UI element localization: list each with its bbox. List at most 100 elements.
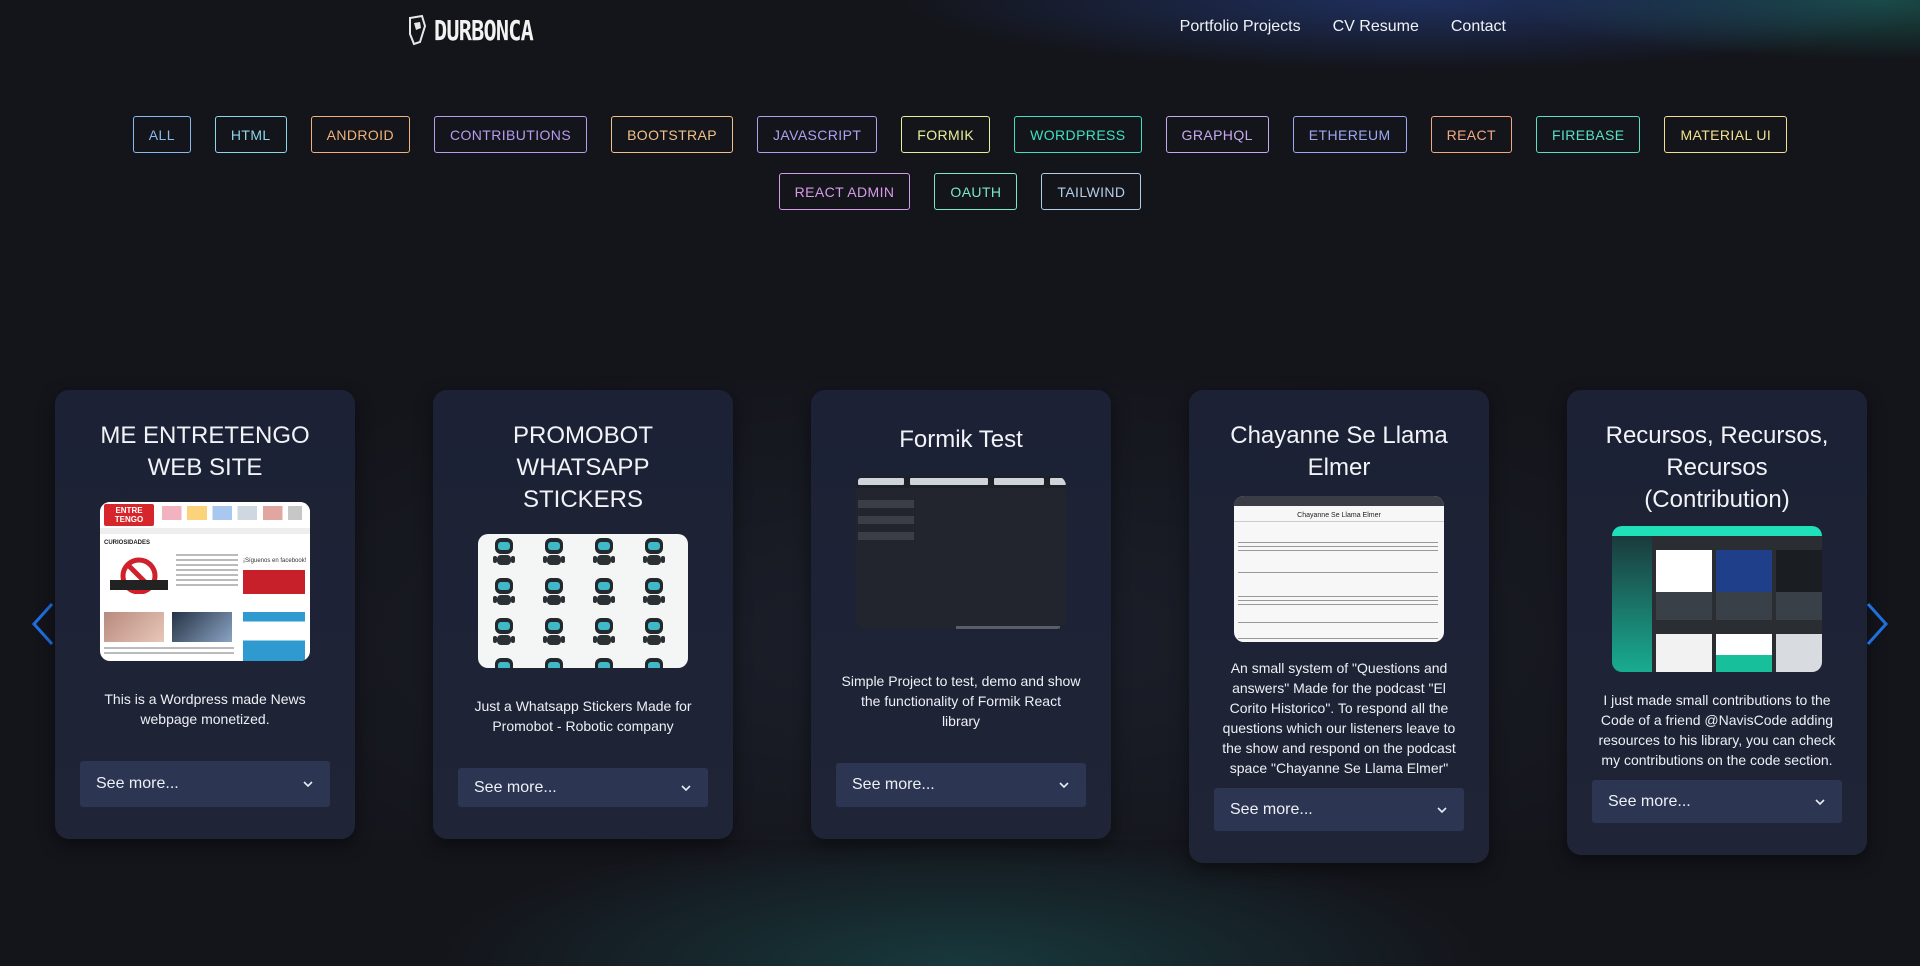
filter-chip-all[interactable]: ALL [132,116,191,153]
card-description: I just made small contributions to the C… [1598,692,1836,769]
chevron-down-icon [303,781,313,788]
robot-sticker-icon [545,658,563,669]
filter-chip-material-ui[interactable]: MATERIAL UI [1664,116,1788,153]
card-title: ME ENTRETENGO WEB SITE [100,422,310,481]
thumb-panel-1 [1656,550,1712,620]
filter-chip-tailwind[interactable]: TAILWIND [1041,173,1142,210]
see-more-label: See more... [96,774,179,792]
filter-chip-javascript[interactable]: JAVASCRIPT [757,116,878,153]
thumb-heading: Chayanne Se Llama Elmer [1234,510,1444,522]
thumb-text-5 [1238,638,1438,643]
card-thumbnail[interactable] [478,534,688,669]
thumb-panel-5 [1716,634,1772,673]
thumb-teal-side [1612,536,1652,673]
see-more-button[interactable]: See more... [1592,780,1842,823]
thumb-footer-lines [104,647,234,657]
card-title: Formik Test [899,426,1023,453]
see-more-label: See more... [474,778,557,796]
thumb-panel-6 [1776,634,1822,673]
card-description: An small system of "Questions and answer… [1222,660,1456,777]
thumb-topbar [1234,496,1444,506]
robot-sticker-icon [543,618,565,645]
site-logo[interactable]: DURBONCA [406,12,561,48]
thumb-top-icons [162,506,302,520]
filter-chip-contributions[interactable]: CONTRIBUTIONS [433,116,588,153]
see-more-label: See more... [1608,792,1691,810]
thumb-field-2 [858,516,914,524]
filter-chip-graphql[interactable]: GRAPHQL [1165,116,1269,153]
carousel-next-arrow-icon[interactable] [1862,600,1892,648]
project-card-me-entretengo: ME ENTRETENGO WEB SITE ENTRE TENGO CURIO… [55,390,355,839]
thumb-section-title: CURIOSIDADES [104,540,151,546]
filter-chip-oauth[interactable]: OAUTH [934,173,1018,210]
filter-chip-android[interactable]: ANDROID [310,116,410,153]
robot-sticker-icon [593,538,615,565]
card-title: Recursos, Recursos, Recursos (Contributi… [1605,422,1829,513]
chevron-down-icon [1059,782,1069,788]
thumb-tab-2 [910,478,988,485]
project-card-recursos: Recursos, Recursos, Recursos (Contributi… [1567,390,1867,855]
filter-chip-bootstrap[interactable]: BOOTSTRAP [611,116,734,153]
robot-sticker-icon [593,578,615,605]
thumb-tab-1 [858,478,904,485]
thumb-text-2 [1238,572,1438,576]
robot-sticker-icon [543,578,565,605]
card-title: PROMOBOT WHATSAPP STICKERS [512,422,653,513]
thumb-field-1 [858,500,914,508]
filter-chip-formik[interactable]: FORMIK [901,116,991,153]
card-thumbnail[interactable]: Chayanne Se Llama Elmer [1234,496,1444,643]
robot-sticker-icon [643,618,665,645]
main-nav: Portfolio Projects CV Resume Contact [1180,18,1506,36]
filter-chip-react-admin[interactable]: REACT ADMIN [778,173,911,210]
thumb-panel-4 [1656,634,1712,673]
filter-chip-html[interactable]: HTML [214,116,287,153]
card-thumbnail[interactable]: ENTRE TENGO CURIOSIDADES ¡Síguenos en fa… [100,502,310,661]
thumb-no-sign [104,554,174,595]
logo-text: DURBONCA [434,13,534,47]
robot-sticker-icon [493,538,515,565]
filter-chip-firebase[interactable]: FIREBASE [1536,116,1641,153]
thumb-side-banner [243,570,305,594]
projects-carousel: ME ENTRETENGO WEB SITE ENTRE TENGO CURIO… [0,390,1920,870]
project-card-chayanne: Chayanne Se Llama Elmer Chayanne Se Llam… [1189,390,1489,863]
thumb-side-title: ¡Síguenos en facebook! [243,558,307,564]
see-more-button[interactable]: See more... [836,762,1086,807]
filter-chip-ethereum[interactable]: ETHEREUM [1292,116,1407,153]
chevron-down-icon [1815,798,1825,805]
thumb-panel-3 [1776,550,1822,620]
card-description: Simple Project to test, demo and show th… [841,672,1081,729]
robot-sticker-icon [495,658,513,669]
card-thumbnail[interactable] [856,476,1066,629]
thumb-nav [100,528,310,534]
thumb-panel-2 [1716,550,1772,620]
thumb-tab-4 [1050,478,1066,485]
see-more-button[interactable]: See more... [458,768,708,807]
thumb-photo-1 [104,612,164,642]
project-card-formik-test: Formik Test Simple Project to test, demo… [811,390,1111,839]
filter-chip-react[interactable]: REACT [1430,116,1513,153]
thumb-tab-3 [994,478,1044,485]
no-sign-icon [110,557,168,595]
see-more-button[interactable]: See more... [80,760,330,807]
thumb-field-3 [858,532,914,540]
thumb-article-lines [176,554,238,588]
robot-sticker-icon [493,618,515,645]
nav-contact[interactable]: Contact [1451,18,1506,36]
nav-portfolio-projects[interactable]: Portfolio Projects [1180,18,1301,36]
robot-sticker-icon [645,658,663,669]
nav-cv-resume[interactable]: CV Resume [1333,18,1419,36]
see-more-button[interactable]: See more... [1214,788,1464,831]
robot-sticker-icon [643,578,665,605]
card-thumbnail[interactable] [1612,526,1822,673]
thumb-text-1 [1238,542,1438,554]
robot-sticker-icon [593,618,615,645]
site-header: DURBONCA Portfolio Projects CV Resume Co… [0,0,1920,60]
filter-chip-wordpress[interactable]: WORDPRESS [1014,116,1142,153]
carousel-prev-arrow-icon[interactable] [28,600,58,648]
thumb-footer [956,626,1060,629]
filter-chips: ALL HTML ANDROID CONTRIBUTIONS BOOTSTRAP JAVA… [0,116,1920,210]
chevron-down-icon [1437,806,1447,813]
thumb-brand-logo: ENTRE TENGO [104,504,154,526]
thumb-text-4 [1238,622,1438,626]
thumb-side-widget [243,612,305,661]
